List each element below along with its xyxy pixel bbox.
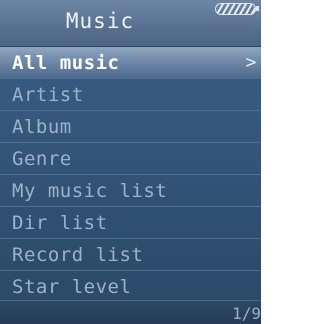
menu-item-genre[interactable]: Genre	[0, 143, 261, 175]
menu-item-record-list[interactable]: Record list	[0, 239, 261, 271]
battery-icon	[215, 3, 256, 15]
chevron-right-icon: >	[245, 52, 257, 73]
menu-item-label: Genre	[12, 148, 72, 170]
menu-item-my-music-list[interactable]: My music list	[0, 175, 261, 207]
menu-item-label: Star level	[12, 276, 132, 298]
menu-item-label: Record list	[12, 244, 144, 266]
menu-item-dir-list[interactable]: Dir list	[0, 207, 261, 239]
footer-bar: 1/9	[0, 300, 261, 324]
menu-item-all-music[interactable]: All music >	[0, 47, 261, 79]
menu-item-label: All music	[12, 52, 120, 74]
battery-tip-icon	[256, 6, 259, 11]
menu-item-artist[interactable]: Artist	[0, 79, 261, 111]
menu-item-label: Dir list	[12, 212, 108, 234]
title-bar: Music	[0, 0, 261, 47]
music-menu-screen: Music All music > Artist Album Genre My …	[0, 0, 261, 324]
page-indicator: 1/9	[232, 304, 261, 323]
menu-item-label: Artist	[12, 84, 84, 106]
menu-item-album[interactable]: Album	[0, 111, 261, 143]
music-menu-list: All music > Artist Album Genre My music …	[0, 47, 261, 303]
menu-item-label: My music list	[12, 180, 168, 202]
menu-item-label: Album	[12, 116, 72, 138]
menu-item-star-level[interactable]: Star level	[0, 271, 261, 303]
page-title: Music	[65, 9, 135, 33]
